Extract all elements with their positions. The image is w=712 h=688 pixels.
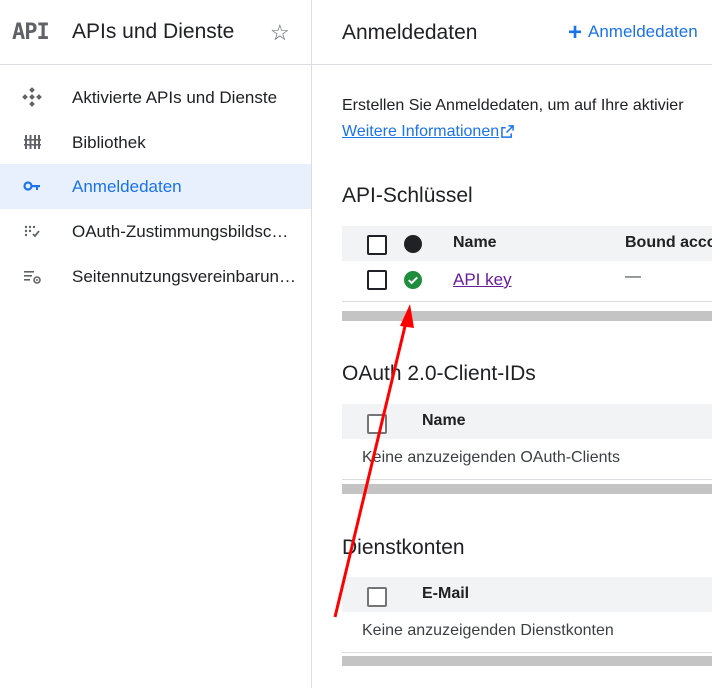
row-checkbox[interactable] xyxy=(367,270,387,290)
table-row: API key — xyxy=(342,261,712,302)
api-keys-horizontal-scrollbar[interactable] xyxy=(342,311,712,321)
oauth-horizontal-scrollbar[interactable] xyxy=(342,484,712,494)
learn-more-label: Weitere Informationen xyxy=(342,123,500,140)
bound-account-value: — xyxy=(625,268,641,285)
settings-list-icon xyxy=(24,271,41,284)
service-accounts-title: Dienstkonten xyxy=(342,536,465,559)
service-accounts-empty-row: Keine anzuzeigenden Dienstkonten xyxy=(342,612,712,653)
api-keys-table-header: Name Bound acco xyxy=(342,226,712,261)
oauth-table-header: Name xyxy=(342,404,712,439)
sidebar-item-credentials[interactable]: Anmeldedaten xyxy=(0,164,311,209)
sidebar-item-oauth-consent[interactable]: OAuth-Zustimmungsbildschirm xyxy=(0,209,311,254)
oauth-consent-icon xyxy=(24,225,40,238)
select-all-checkbox[interactable] xyxy=(367,235,387,255)
sidebar-item-label: Bibliothek xyxy=(72,133,146,152)
api-keys-title: API-Schlüssel xyxy=(342,184,473,207)
oauth-title: OAuth 2.0-Client-IDs xyxy=(342,362,536,385)
sidebar-divider xyxy=(311,0,312,688)
select-all-checkbox[interactable] xyxy=(367,587,387,607)
plus-icon: + xyxy=(568,19,583,46)
status-column-icon xyxy=(404,235,422,253)
sidebar-item-enabled-apis[interactable]: Aktivierte APIs und Dienste xyxy=(0,75,311,120)
api-logo: API xyxy=(12,20,50,45)
column-header-name[interactable]: Name xyxy=(422,412,466,430)
service-accounts-table-header: E-Mail xyxy=(342,577,712,612)
library-icon xyxy=(24,135,41,149)
sidebar-header: API APIs und Dienste ☆ xyxy=(0,0,311,65)
sidebar-item-library[interactable]: Bibliothek xyxy=(0,120,311,165)
intro-text: Erstellen Sie Anmeldedaten, um auf Ihre … xyxy=(342,97,684,114)
learn-more-link[interactable]: Weitere Informationen xyxy=(342,123,514,141)
sidebar-item-label: Aktivierte APIs und Dienste xyxy=(72,88,278,107)
apis-services-icon xyxy=(22,87,42,107)
external-link-icon xyxy=(501,125,514,138)
column-header-email[interactable]: E-Mail xyxy=(422,585,469,603)
star-icon[interactable]: ☆ xyxy=(270,20,290,46)
main-header: Anmeldedaten + Anmeldedaten xyxy=(312,0,712,65)
oauth-empty-text: Keine anzuzeigenden OAuth-Clients xyxy=(362,449,620,466)
sidebar-item-label: Anmeldedaten xyxy=(72,177,182,196)
sidebar-item-label: Seitennutzungsvereinbarungen xyxy=(72,267,297,286)
key-icon xyxy=(23,181,40,191)
service-accounts-horizontal-scrollbar[interactable] xyxy=(342,656,712,666)
api-key-link[interactable]: API key xyxy=(453,270,512,290)
oauth-empty-row: Keine anzuzeigenden OAuth-Clients xyxy=(342,439,712,480)
service-accounts-empty-text: Keine anzuzeigenden Dienstkonten xyxy=(362,622,614,639)
column-header-bound-account[interactable]: Bound acco xyxy=(625,234,712,252)
sidebar: API APIs und Dienste ☆ Aktivierte APIs u… xyxy=(0,0,311,688)
sidebar-title: APIs und Dienste xyxy=(72,20,235,43)
sidebar-item-label: OAuth-Zustimmungsbildschirm xyxy=(72,222,297,241)
page-title: Anmeldedaten xyxy=(342,21,478,44)
check-circle-icon xyxy=(404,271,422,289)
sidebar-item-page-usage[interactable]: Seitennutzungsvereinbarungen xyxy=(0,254,311,299)
select-all-checkbox[interactable] xyxy=(367,414,387,434)
column-header-name[interactable]: Name xyxy=(453,234,497,252)
create-credentials-button[interactable]: + Anmeldedaten xyxy=(568,19,698,47)
create-credentials-label: Anmeldedaten xyxy=(588,22,698,41)
